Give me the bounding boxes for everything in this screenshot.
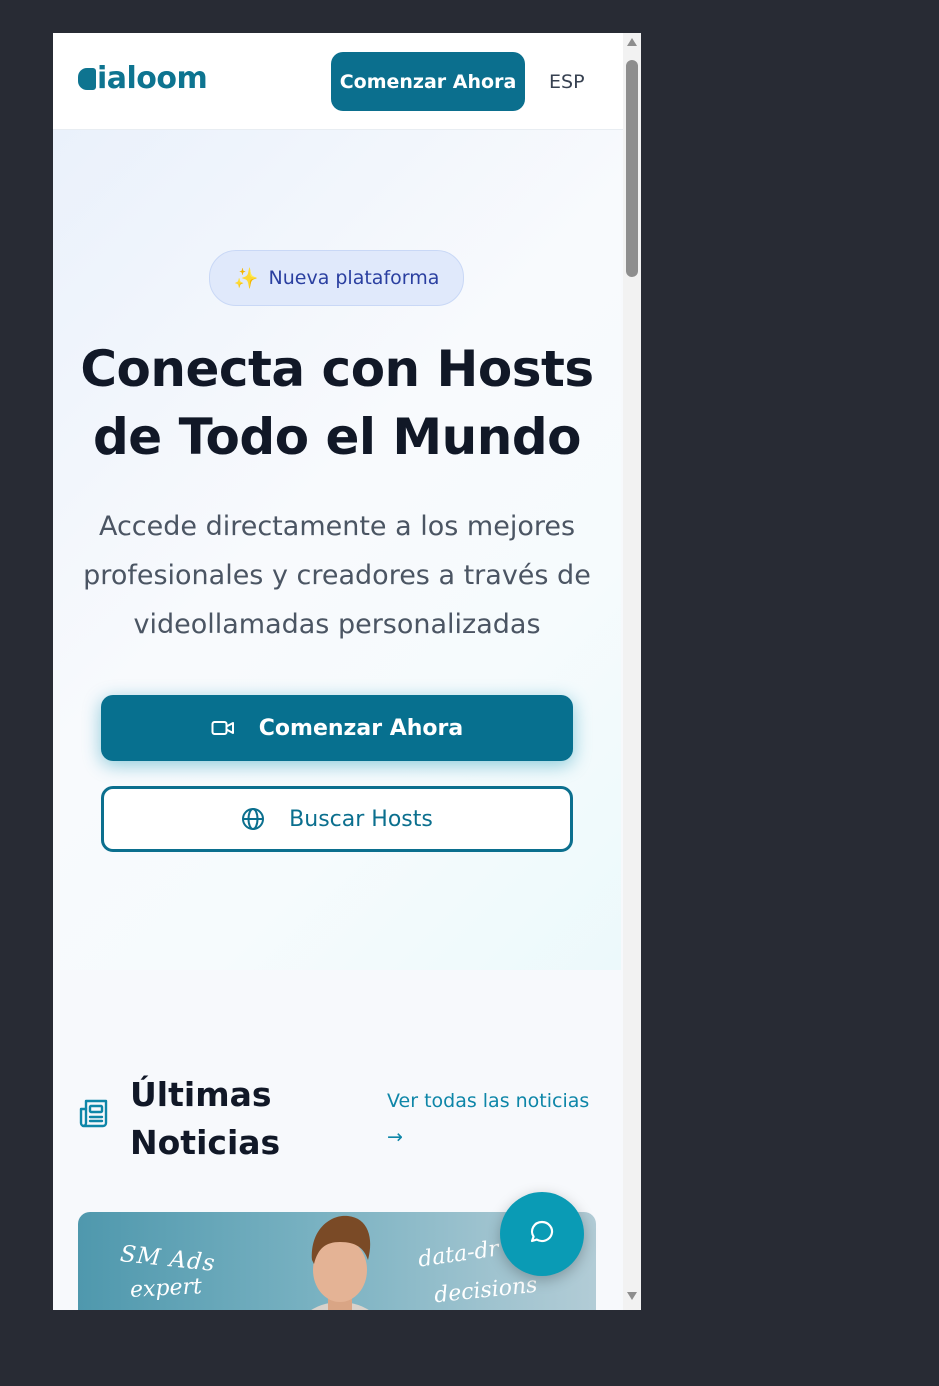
hero-subtitle: Accede directamente a los mejores profes… <box>83 511 591 640</box>
scroll-down-arrow-icon[interactable] <box>626 1291 638 1301</box>
header-start-button[interactable]: Comenzar Ahora <box>331 52 525 111</box>
badge-label: Nueva plataforma <box>268 267 440 289</box>
browser-viewport: ialoom Comenzar Ahora ESP ✨ Nueva plataf… <box>53 33 641 1310</box>
start-now-button[interactable]: Comenzar Ahora <box>101 695 573 761</box>
card-handwriting-2: expert <box>129 1274 203 1303</box>
start-now-label: Comenzar Ahora <box>258 715 464 741</box>
logo-text: ialoom <box>97 61 208 96</box>
scroll-up-arrow-icon[interactable] <box>626 37 638 47</box>
newspaper-icon <box>78 1097 110 1133</box>
scrollbar[interactable] <box>623 33 641 1310</box>
language-selector[interactable]: ESP <box>549 69 585 95</box>
person-photo <box>311 1215 371 1310</box>
video-camera-icon <box>211 719 235 737</box>
scrollbar-thumb[interactable] <box>626 60 638 277</box>
news-title-line2: Noticias <box>130 1123 281 1162</box>
hero-section: ✨ Nueva plataforma Conecta con Hosts de … <box>53 130 621 970</box>
view-all-news-link[interactable]: Ver todas las noticias → <box>387 1083 607 1155</box>
new-platform-badge: ✨ Nueva plataforma <box>209 250 464 306</box>
arrow-right-icon: → <box>387 1126 403 1148</box>
hero-title-line1: Conecta con Hosts <box>80 340 594 398</box>
card-handwriting-4: decisions <box>432 1272 539 1309</box>
logo-mark <box>78 68 96 90</box>
chat-bubble-icon <box>529 1219 555 1249</box>
chat-button[interactable] <box>500 1192 584 1276</box>
hero-title: Conecta con Hosts de Todo el Mundo <box>53 335 621 471</box>
card-handwriting-3: data-dr <box>416 1236 501 1273</box>
logo[interactable]: ialoom <box>78 61 208 97</box>
search-hosts-button[interactable]: Buscar Hosts <box>101 786 573 852</box>
card-handwriting-1: SM Ads <box>118 1241 217 1277</box>
hero-title-line2: de Todo el Mundo <box>92 408 582 466</box>
sparkles-icon: ✨ <box>233 266 259 290</box>
view-all-news-label: Ver todas las noticias <box>387 1090 590 1112</box>
globe-icon <box>241 807 265 831</box>
site-header: ialoom Comenzar Ahora ESP <box>53 33 623 130</box>
news-title-line1: Últimas <box>130 1075 272 1114</box>
news-section-title: Últimas Noticias <box>130 1071 330 1167</box>
search-hosts-label: Buscar Hosts <box>289 806 433 832</box>
